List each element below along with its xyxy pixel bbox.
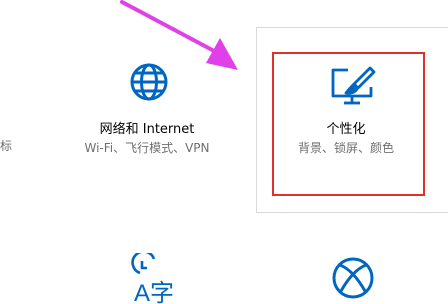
tile-title: 网络和 Internet <box>99 122 195 137</box>
highlight-box <box>272 52 425 196</box>
globe-icon[interactable] <box>129 62 169 102</box>
cutoff-tile-subtitle: 标 <box>0 139 13 153</box>
tile-network-internet[interactable]: 网络和 Internet Wi-Fi、飞行模式、VPN <box>62 118 232 156</box>
tile-subtitle: Wi-Fi、飞行模式、VPN <box>84 141 210 155</box>
time-language-icon[interactable]: A字 <box>130 253 178 304</box>
svg-text:A字: A字 <box>134 280 174 304</box>
xbox-icon[interactable] <box>331 254 375 304</box>
